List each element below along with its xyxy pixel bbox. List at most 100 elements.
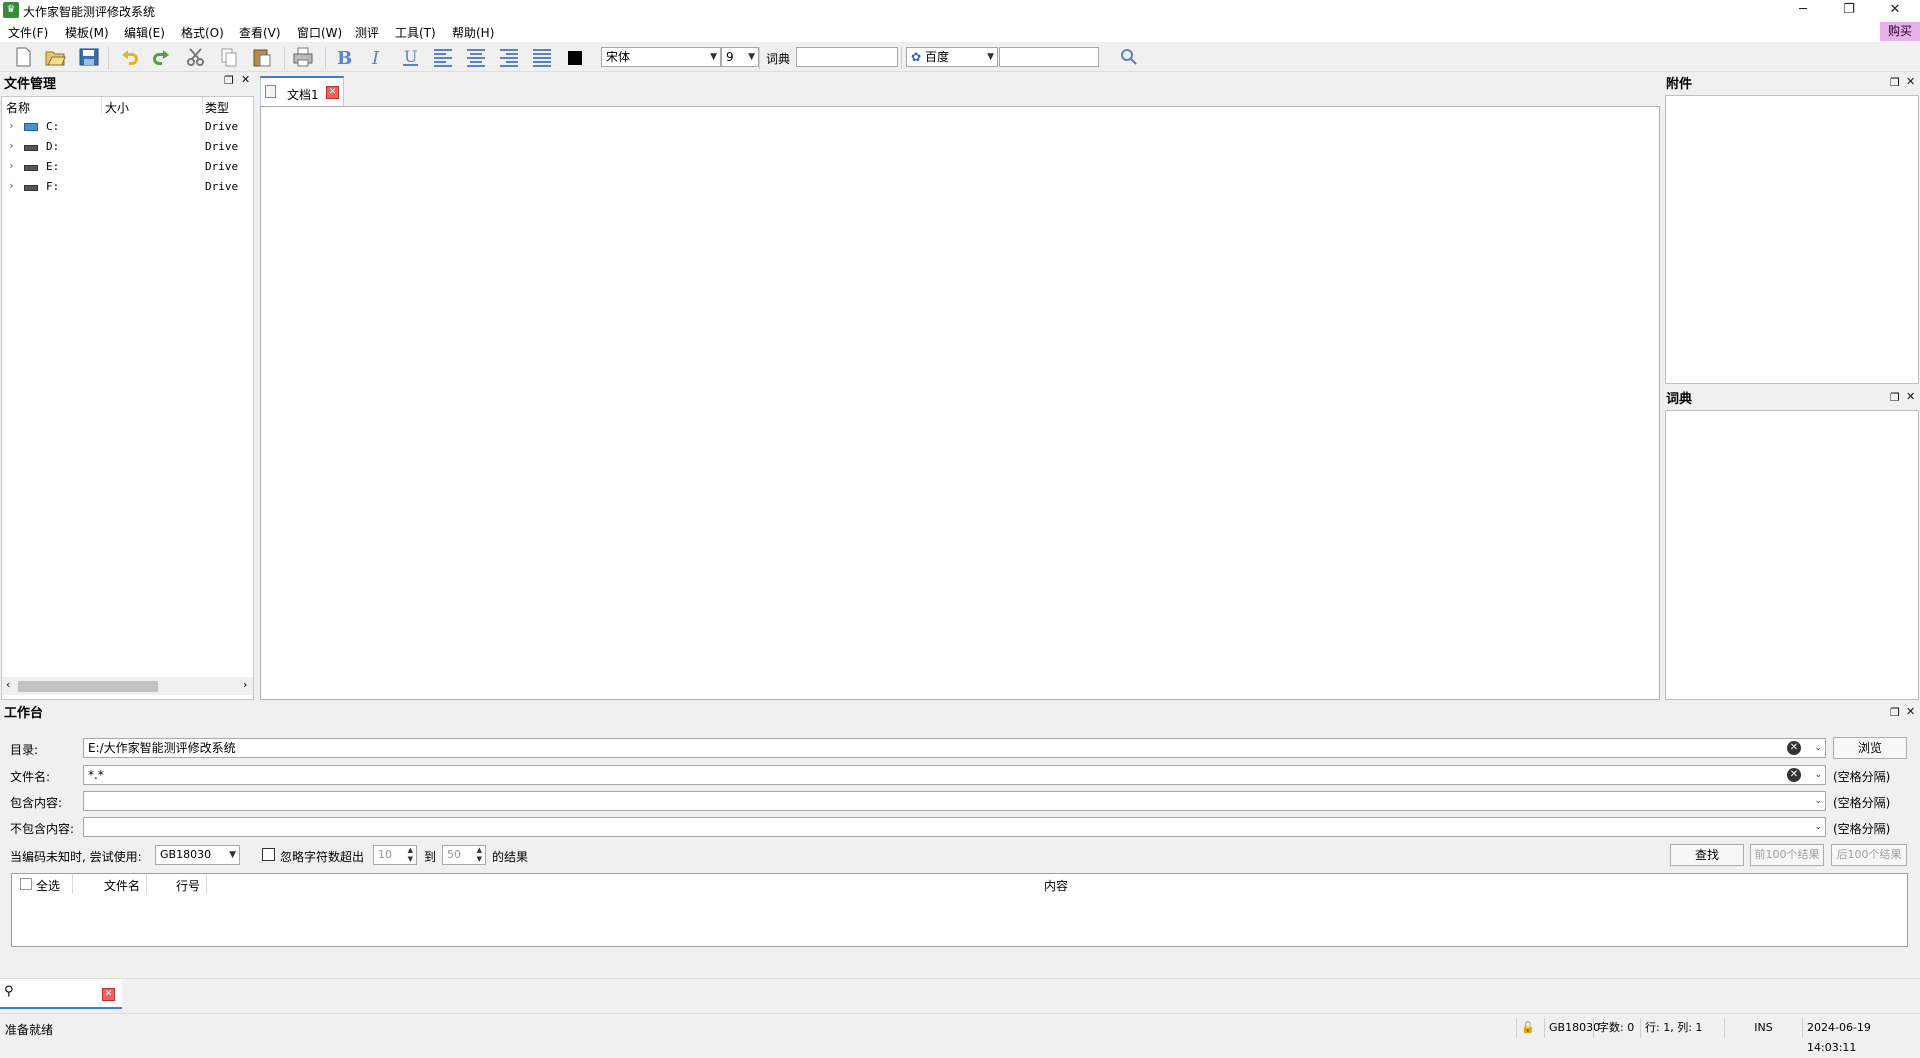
menu-window[interactable]: 窗口(W) bbox=[297, 24, 342, 41]
scroll-left-icon[interactable]: ‹ bbox=[6, 678, 10, 691]
menu-evaluate[interactable]: 测评 bbox=[355, 24, 379, 41]
tree-row-drive[interactable]: › C: Drive bbox=[2, 117, 252, 137]
close-tab-icon[interactable]: ✕ bbox=[326, 86, 339, 99]
web-search-input[interactable] bbox=[999, 47, 1099, 67]
filename-input[interactable]: *.* ✕ ⌄ bbox=[83, 765, 1826, 785]
tree-row-drive[interactable]: › D: Drive bbox=[2, 137, 252, 157]
copy-icon[interactable] bbox=[217, 45, 241, 69]
chevron-right-icon[interactable]: › bbox=[8, 139, 15, 152]
close-panel-icon[interactable]: ✕ bbox=[1906, 705, 1915, 718]
clear-icon[interactable]: ✕ bbox=[1787, 768, 1801, 782]
open-folder-icon[interactable] bbox=[43, 45, 67, 69]
font-color-icon[interactable] bbox=[563, 45, 587, 69]
drive-name: C: bbox=[46, 120, 60, 133]
results-header: 全选 文件名 行号 内容 bbox=[12, 874, 1907, 894]
column-line[interactable]: 行号 bbox=[176, 877, 200, 894]
justify-icon[interactable] bbox=[530, 45, 554, 69]
scrollbar-thumb[interactable] bbox=[18, 681, 158, 692]
close-panel-icon[interactable]: ✕ bbox=[241, 73, 250, 86]
menu-tools[interactable]: 工具(T) bbox=[395, 24, 436, 41]
chevron-down-icon[interactable]: ⌄ bbox=[1814, 739, 1822, 757]
document-editor[interactable] bbox=[260, 106, 1660, 700]
spinner-arrows-icon[interactable]: ▲ ▼ bbox=[477, 846, 482, 864]
chevron-down-icon[interactable]: ⌄ bbox=[1814, 792, 1822, 810]
float-panel-icon[interactable]: ❐ bbox=[224, 74, 234, 87]
menu-file[interactable]: 文件(F) bbox=[8, 24, 48, 41]
close-panel-icon[interactable]: ✕ bbox=[1906, 75, 1915, 88]
chevron-right-icon[interactable]: › bbox=[8, 159, 15, 172]
workbench-title: 工作台 bbox=[4, 706, 44, 721]
italic-icon[interactable]: I bbox=[365, 45, 389, 69]
browse-button[interactable]: 浏览 bbox=[1833, 737, 1907, 759]
font-size-select[interactable]: 9 ▼ bbox=[721, 47, 759, 67]
toolbar-separator bbox=[325, 47, 326, 69]
float-panel-icon[interactable]: ❐ bbox=[1890, 391, 1900, 404]
print-icon[interactable] bbox=[291, 45, 315, 69]
contains-input[interactable]: ⌄ bbox=[83, 791, 1826, 811]
float-panel-icon[interactable]: ❐ bbox=[1890, 706, 1900, 719]
search-engine-select[interactable]: ✿ 百度 ▼ bbox=[906, 47, 998, 67]
encoding-select[interactable]: GB18030 ▼ bbox=[155, 845, 240, 865]
directory-input[interactable]: E:/大作家智能测评修改系统 ✕ ⌄ bbox=[83, 738, 1826, 758]
paste-icon[interactable] bbox=[250, 45, 274, 69]
redo-icon[interactable] bbox=[150, 45, 174, 69]
align-center-icon[interactable] bbox=[464, 45, 488, 69]
max-chars-spinner[interactable]: 50 ▲ ▼ bbox=[442, 845, 486, 865]
search-engine-value: 百度 bbox=[925, 50, 950, 64]
close-window-button[interactable]: ✕ bbox=[1872, 0, 1918, 22]
align-left-icon[interactable] bbox=[431, 45, 455, 69]
tree-row-drive[interactable]: › F: Drive bbox=[2, 177, 252, 197]
select-all-checkbox[interactable] bbox=[20, 878, 32, 890]
ignore-checkbox[interactable] bbox=[262, 848, 275, 861]
directory-label: 目录: bbox=[10, 743, 39, 757]
menu-view[interactable]: 查看(V) bbox=[239, 24, 281, 41]
tab-document[interactable]: 文档1 ✕ bbox=[260, 76, 344, 106]
clear-icon[interactable]: ✕ bbox=[1787, 741, 1801, 755]
column-type[interactable]: 类型 bbox=[205, 99, 229, 116]
minimize-button[interactable]: ─ bbox=[1780, 0, 1826, 22]
prev-results-button[interactable]: 前100个结果 bbox=[1750, 844, 1824, 866]
column-name[interactable]: 名称 bbox=[6, 99, 30, 116]
search-icon[interactable] bbox=[1117, 45, 1141, 69]
column-filename[interactable]: 文件名 bbox=[104, 877, 140, 894]
column-size[interactable]: 大小 bbox=[105, 99, 129, 116]
find-button[interactable]: 查找 bbox=[1670, 844, 1744, 866]
next-results-button[interactable]: 后100个结果 bbox=[1831, 844, 1907, 866]
dict-input[interactable] bbox=[796, 47, 898, 67]
excludes-input[interactable]: ⌄ bbox=[83, 817, 1826, 837]
restore-button[interactable]: ❐ bbox=[1826, 0, 1872, 22]
font-family-select[interactable]: 宋体 ▼ bbox=[601, 47, 721, 67]
chevron-down-icon[interactable]: ⌄ bbox=[1814, 818, 1822, 836]
save-icon[interactable] bbox=[77, 45, 101, 69]
drive-icon bbox=[24, 185, 38, 191]
menu-format[interactable]: 格式(O) bbox=[181, 24, 224, 41]
underline-icon[interactable]: U bbox=[399, 45, 423, 69]
chevron-right-icon[interactable]: › bbox=[8, 179, 15, 192]
drive-type: Drive bbox=[205, 180, 239, 193]
cut-icon[interactable] bbox=[184, 45, 208, 69]
bold-icon[interactable]: B bbox=[332, 45, 356, 69]
status-insert-mode[interactable]: INS bbox=[1724, 1018, 1802, 1038]
min-chars-spinner[interactable]: 10 ▲ ▼ bbox=[373, 845, 417, 865]
close-tab-icon[interactable]: ✕ bbox=[102, 988, 115, 1001]
menu-help[interactable]: 帮助(H) bbox=[452, 24, 494, 41]
menu-edit[interactable]: 编辑(E) bbox=[124, 24, 165, 41]
tree-row-drive[interactable]: › E: Drive bbox=[2, 157, 252, 177]
chevron-down-icon[interactable]: ⌄ bbox=[1814, 766, 1822, 784]
align-right-icon[interactable] bbox=[497, 45, 521, 69]
buy-button[interactable]: 购买 bbox=[1880, 22, 1920, 41]
close-panel-icon[interactable]: ✕ bbox=[1906, 390, 1915, 403]
scroll-right-icon[interactable]: › bbox=[243, 678, 247, 691]
tab-search[interactable]: ⚲ ✕ bbox=[0, 979, 122, 1009]
menu-template[interactable]: 模板(M) bbox=[65, 24, 109, 41]
float-panel-icon[interactable]: ❐ bbox=[1890, 76, 1900, 89]
column-content[interactable]: 内容 bbox=[1044, 877, 1068, 894]
spinner-arrows-icon[interactable]: ▲ ▼ bbox=[408, 846, 413, 864]
min-chars-value: 10 bbox=[378, 848, 392, 861]
horizontal-scrollbar[interactable]: ‹ › bbox=[2, 677, 253, 695]
lock-icon[interactable]: 🔓 bbox=[1516, 1018, 1544, 1038]
status-bar: 准备就绪 🔓 GB18030 字数: 0 行: 1, 列: 1 INS 2024… bbox=[0, 1013, 1920, 1054]
chevron-right-icon[interactable]: › bbox=[8, 119, 15, 132]
undo-icon[interactable] bbox=[117, 45, 141, 69]
new-document-icon[interactable] bbox=[11, 45, 35, 69]
